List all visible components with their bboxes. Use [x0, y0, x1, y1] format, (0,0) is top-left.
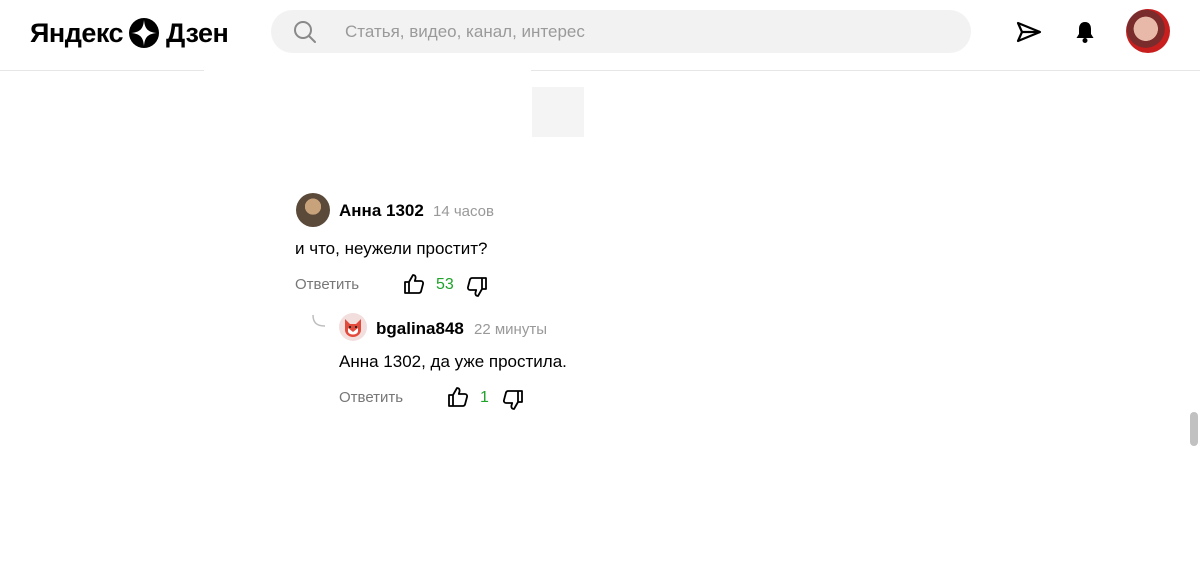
dzen-logo[interactable]: Яндекс Дзен — [30, 15, 229, 51]
comment-text: Анна 1302, да уже простила. — [339, 352, 567, 371]
comment-author-avatar[interactable] — [339, 313, 367, 341]
comment-time: 14 часов — [433, 203, 494, 220]
thumb-down-icon[interactable] — [502, 389, 524, 411]
paper-plane-icon[interactable] — [1015, 18, 1043, 46]
comment-text: и что, неужели простит? — [295, 239, 488, 258]
search-input[interactable] — [345, 10, 945, 53]
thumb-down-icon[interactable] — [466, 276, 488, 298]
comment-author-avatar[interactable] — [296, 193, 330, 227]
comment-author-name[interactable]: bgalina848 — [376, 319, 464, 339]
search-bar[interactable] — [271, 10, 971, 53]
comment-author-name[interactable]: Анна 1302 — [339, 201, 424, 221]
thumb-up-icon[interactable] — [403, 273, 425, 295]
reply-button[interactable]: Ответить — [339, 389, 403, 406]
dzen-star-icon — [129, 18, 160, 48]
bell-icon[interactable] — [1071, 18, 1099, 46]
fox-avatar-icon — [345, 319, 361, 337]
like-count: 53 — [436, 276, 454, 293]
page-scrollbar[interactable] — [1190, 412, 1198, 446]
thumb-up-icon[interactable] — [447, 386, 469, 408]
reply-branch-icon — [312, 314, 326, 327]
top-header: Яндекс Дзен — [0, 0, 1200, 71]
reply-button[interactable]: Ответить — [295, 276, 359, 293]
image-placeholder — [532, 87, 584, 137]
logo-text-yandex: Яндекс — [30, 17, 124, 48]
like-count: 1 — [480, 389, 489, 406]
comment-time: 22 минуты — [474, 321, 547, 338]
search-icon — [294, 21, 316, 43]
content-top-edge — [204, 70, 531, 72]
logo-text-dzen: Дзен — [166, 17, 229, 48]
user-avatar[interactable] — [1126, 9, 1170, 53]
